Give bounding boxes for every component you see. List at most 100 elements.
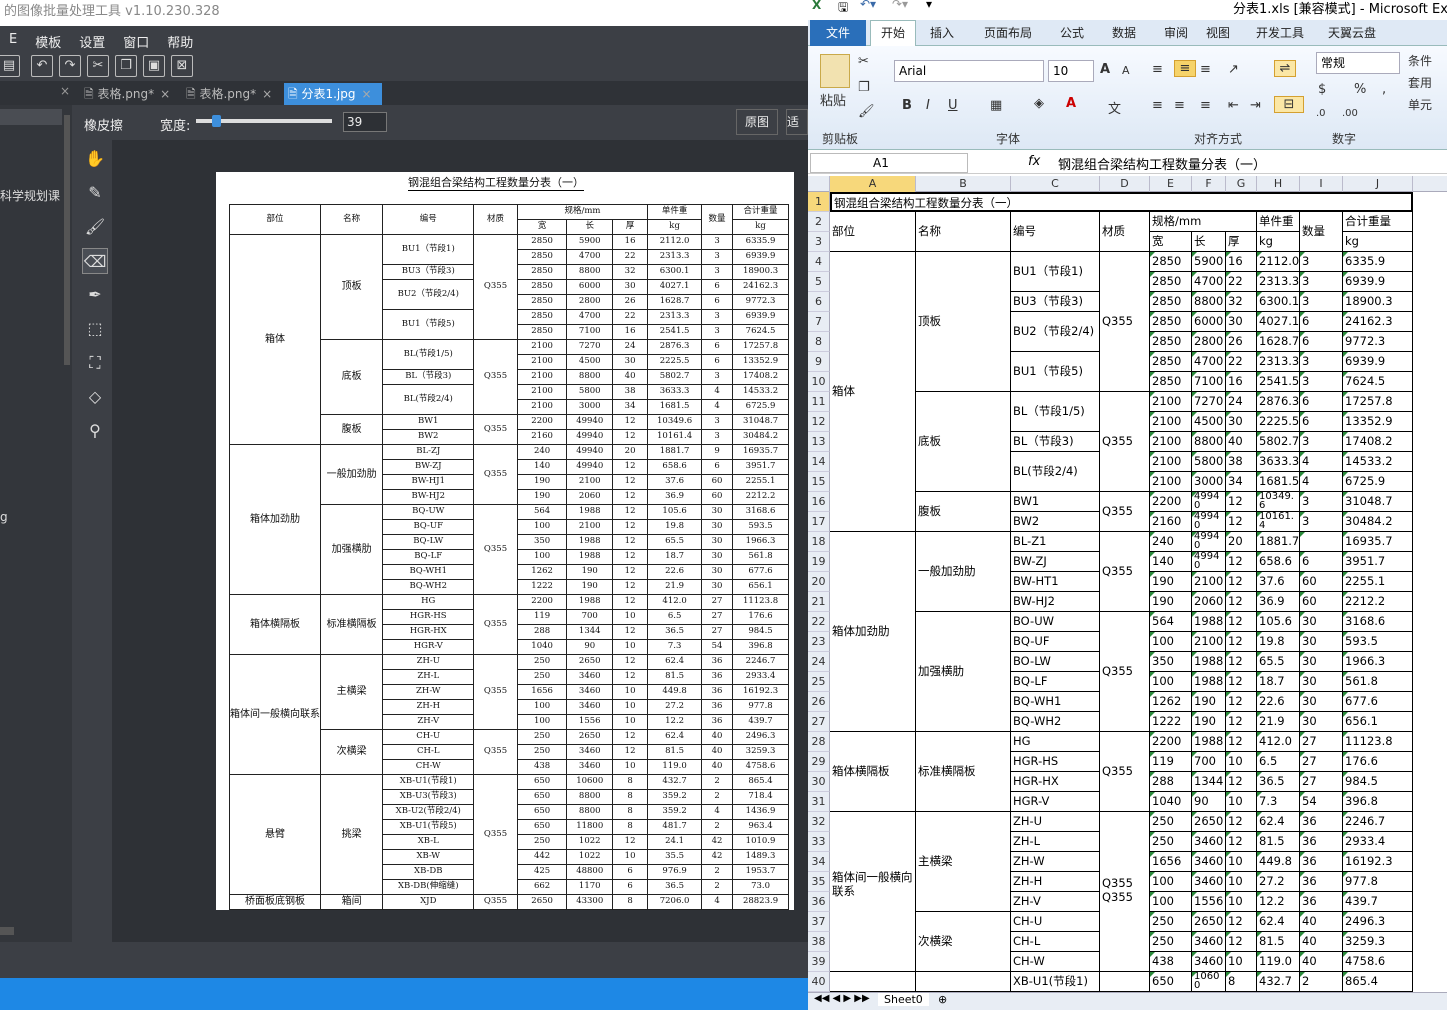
select-icon[interactable]: ⬚ <box>82 316 108 342</box>
cell[interactable]: 2100 <box>1150 412 1192 432</box>
cell[interactable]: 20 <box>1226 532 1257 552</box>
cell[interactable]: Q355 Q355 <box>1100 812 1150 972</box>
cell[interactable]: 984.5 <box>1343 772 1413 792</box>
cell[interactable]: 4994 0 <box>1192 552 1226 572</box>
tab-1[interactable]: 🗎 表格.png* × <box>80 83 176 105</box>
cell[interactable]: 17408.2 <box>1343 432 1413 452</box>
cell[interactable]: 1988 <box>1192 652 1226 672</box>
menu-item[interactable]: 窗口 <box>114 28 158 52</box>
cell[interactable]: 3460 <box>1192 852 1226 872</box>
cell[interactable]: 27 <box>1300 732 1343 752</box>
cell[interactable]: 90 <box>1192 792 1226 812</box>
row-header[interactable]: 39 <box>808 952 830 972</box>
shrink-font-icon[interactable]: A <box>1122 64 1130 77</box>
cut-icon[interactable]: ✂ <box>87 55 109 77</box>
cell[interactable]: 数量 <box>1300 212 1343 252</box>
row-header[interactable]: 33 <box>808 832 830 852</box>
sheet-nav-icon[interactable]: ◀◀ ◀ ▶ ▶▶ <box>814 993 870 1004</box>
column-header[interactable]: I <box>1300 176 1343 192</box>
cell[interactable]: 2200 <box>1150 492 1192 512</box>
cell[interactable]: CH-U <box>1011 912 1100 932</box>
cell[interactable]: 37.6 <box>1257 572 1300 592</box>
cell[interactable]: 36 <box>1300 872 1343 892</box>
cell[interactable]: 2496.3 <box>1343 912 1413 932</box>
cell[interactable]: 250 <box>1150 812 1192 832</box>
column-header[interactable]: G <box>1226 176 1257 192</box>
cell[interactable]: 6000 <box>1192 312 1226 332</box>
cell[interactable]: Q355 <box>1100 532 1150 612</box>
merge-icon[interactable]: ⊟ <box>1274 96 1304 113</box>
cell[interactable] <box>1300 532 1343 552</box>
cell[interactable]: 2100 <box>1150 452 1192 472</box>
cell[interactable]: 1988 <box>1192 672 1226 692</box>
row-header[interactable]: 11 <box>808 392 830 412</box>
cell[interactable]: 箱体 <box>830 252 916 532</box>
cell[interactable]: 2225.5 <box>1257 412 1300 432</box>
cell[interactable]: 250 <box>1150 932 1192 952</box>
cell[interactable]: 8800 <box>1192 432 1226 452</box>
cell[interactable]: 1881.7 <box>1257 532 1300 552</box>
cell[interactable]: 1656 <box>1150 852 1192 872</box>
cell[interactable]: 36.9 <box>1257 592 1300 612</box>
row-header[interactable]: 25 <box>808 672 830 692</box>
cell[interactable]: 7270 <box>1192 392 1226 412</box>
cell[interactable]: BO-UW <box>1011 612 1100 632</box>
cell[interactable]: 2850 <box>1150 272 1192 292</box>
column-header[interactable]: H <box>1257 176 1300 192</box>
cell[interactable]: 箱体横隔板 <box>830 732 916 812</box>
cell[interactable]: 3 <box>1300 272 1343 292</box>
cell[interactable]: ZH-H <box>1011 872 1100 892</box>
cell[interactable]: 1222 <box>1150 712 1192 732</box>
cell[interactable]: 编号 <box>1011 212 1100 252</box>
font-name-select[interactable]: Arial <box>894 60 1044 82</box>
sheet-tab[interactable]: Sheet0 <box>878 993 929 1006</box>
cell[interactable]: 12 <box>1226 632 1257 652</box>
cell[interactable]: 1060 0 <box>1192 972 1226 992</box>
menu-item[interactable]: E <box>0 28 26 52</box>
ribbon-tab[interactable]: 数据 <box>1112 24 1136 41</box>
cell[interactable]: 24 <box>1226 392 1257 412</box>
cell[interactable]: 一般加劲肋 <box>916 532 1011 612</box>
decrease-decimal-icon[interactable]: .00 <box>1342 108 1358 119</box>
cell[interactable]: 30 <box>1226 312 1257 332</box>
cell[interactable]: 2313.3 <box>1257 272 1300 292</box>
cell[interactable]: 449.8 <box>1257 852 1300 872</box>
cell[interactable]: 次横梁 <box>916 912 1011 972</box>
menu-item[interactable]: 帮助 <box>158 28 202 52</box>
row-header[interactable]: 1 <box>808 192 830 212</box>
font-size-select[interactable]: 10 <box>1048 60 1094 82</box>
cell[interactable]: 6 <box>1300 312 1343 332</box>
phonetic-icon[interactable]: 文 <box>1108 98 1121 117</box>
cell[interactable]: 2313.3 <box>1257 352 1300 372</box>
cell[interactable]: 1966.3 <box>1343 652 1413 672</box>
paste-button[interactable]: 粘贴 <box>820 90 846 109</box>
copy-icon[interactable]: ❐ <box>115 55 137 77</box>
lasso-icon[interactable]: ◇ <box>82 384 108 410</box>
row-header[interactable]: 22 <box>808 612 830 632</box>
column-header[interactable]: F <box>1192 176 1226 192</box>
cell[interactable]: 1344 <box>1192 772 1226 792</box>
hand-icon[interactable]: ✋ <box>82 146 108 172</box>
cell[interactable]: kg <box>1343 232 1413 252</box>
cell[interactable]: 12 <box>1226 552 1257 572</box>
cell[interactable]: 30 <box>1300 652 1343 672</box>
redo-icon[interactable]: ↷▾ <box>892 0 908 11</box>
row-header[interactable]: 14 <box>808 452 830 472</box>
cell[interactable]: 81.5 <box>1257 832 1300 852</box>
cell[interactable]: 4994 0 <box>1192 492 1226 512</box>
row-header[interactable]: 35 <box>808 872 830 892</box>
cell[interactable]: 30 <box>1300 692 1343 712</box>
percent-icon[interactable]: % <box>1354 82 1366 97</box>
row-header[interactable]: 20 <box>808 572 830 592</box>
select-all-corner[interactable] <box>808 176 830 192</box>
cell[interactable]: 60 <box>1300 592 1343 612</box>
eyedropper-icon[interactable]: ✒ <box>82 282 108 308</box>
cell[interactable]: 12.2 <box>1257 892 1300 912</box>
cell[interactable]: 12 <box>1226 732 1257 752</box>
cell[interactable]: 288 <box>1150 772 1192 792</box>
row-header[interactable]: 23 <box>808 632 830 652</box>
cell[interactable]: 加强横肋 <box>916 612 1011 732</box>
align-right-icon[interactable]: ≡ <box>1200 98 1211 113</box>
cell[interactable]: 30484.2 <box>1343 512 1413 532</box>
cell[interactable]: 2246.7 <box>1343 812 1413 832</box>
